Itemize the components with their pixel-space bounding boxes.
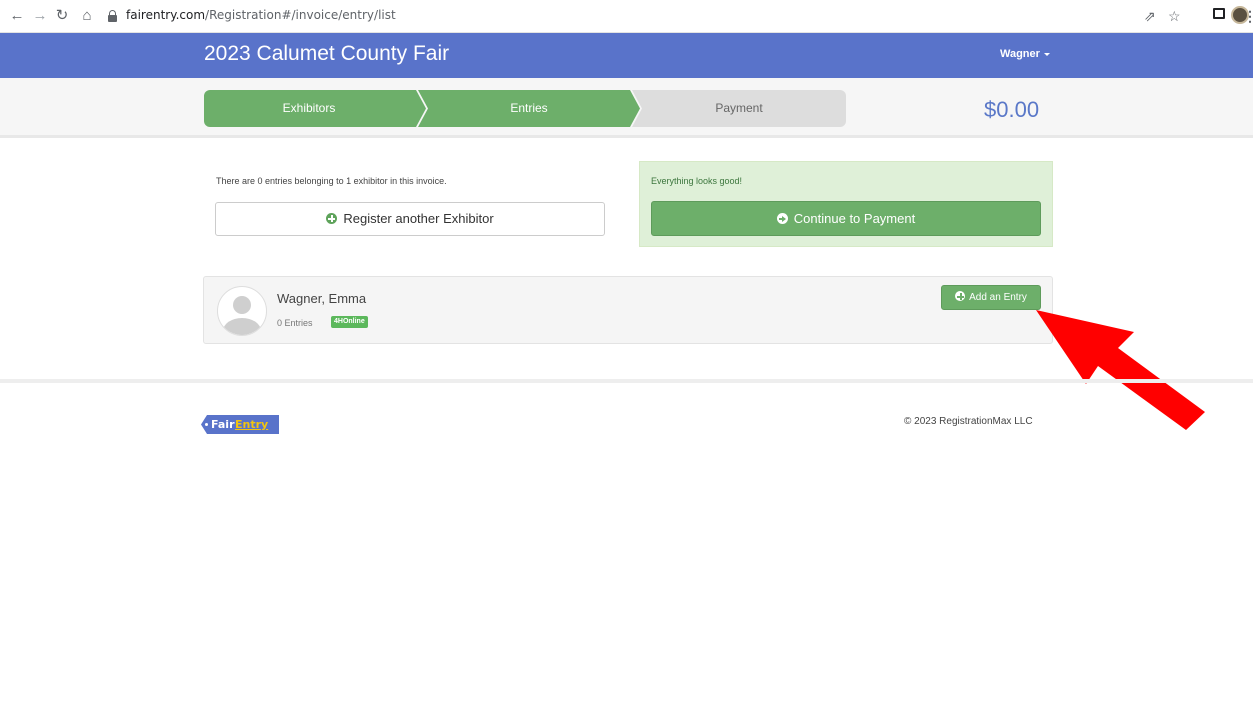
footer-divider <box>0 379 1253 383</box>
exhibitor-card: Wagner, Emma 0 Entries 4HOnline Add an E… <box>203 276 1053 344</box>
user-menu[interactable]: Wagner <box>1000 48 1050 60</box>
back-icon[interactable]: ← <box>8 7 26 25</box>
add-entry-button[interactable]: Add an Entry <box>941 285 1041 310</box>
4honline-badge: 4HOnline <box>331 316 368 328</box>
fair-title: 2023 Calumet County Fair <box>204 42 450 65</box>
entry-count: 0 Entries <box>277 318 313 328</box>
plus-circle-icon <box>326 213 338 224</box>
side-panel-icon[interactable] <box>1213 8 1225 19</box>
caret-down-icon <box>1043 52 1050 56</box>
status-panel: Everything looks good! Continue to Payme… <box>639 161 1053 247</box>
browser-toolbar: ← → ↻ ⌂ fairentry.com/Registration#/invo… <box>0 0 1253 33</box>
home-icon[interactable]: ⌂ <box>78 7 96 25</box>
copyright-text: © 2023 RegistrationMax LLC <box>904 416 1033 427</box>
progress-steps: Exhibitors Entries Payment <box>204 90 846 127</box>
progress-band: Exhibitors Entries Payment $0.00 <box>0 78 1253 138</box>
user-name: Wagner <box>1000 48 1040 60</box>
share-icon[interactable]: ⇗ <box>1144 7 1156 25</box>
plus-circle-icon <box>955 291 966 301</box>
star-icon[interactable]: ☆ <box>1168 7 1181 25</box>
lock-icon <box>108 10 117 22</box>
url-text: fairentry.com/Registration#/invoice/entr… <box>126 8 396 22</box>
annotation-arrow-icon <box>1036 310 1205 430</box>
status-text: Everything looks good! <box>651 176 743 186</box>
forward-icon[interactable]: → <box>31 7 49 25</box>
avatar <box>217 286 267 336</box>
invoice-total: $0.00 <box>984 97 1040 122</box>
register-exhibitor-button[interactable]: Register another Exhibitor <box>215 202 605 236</box>
menu-kebab-icon[interactable]: ⋮ <box>1243 7 1253 25</box>
step-entries[interactable]: Entries <box>418 90 640 127</box>
step-payment[interactable]: Payment <box>632 90 846 127</box>
exhibitor-name: Wagner, Emma <box>277 291 367 306</box>
reload-icon[interactable]: ↻ <box>53 7 71 25</box>
address-bar[interactable]: fairentry.com/Registration#/invoice/entr… <box>108 5 1218 28</box>
arrow-circle-right-icon <box>776 213 788 224</box>
step-exhibitors[interactable]: Exhibitors <box>204 90 426 127</box>
continue-to-payment-button[interactable]: Continue to Payment <box>651 201 1041 236</box>
invoice-summary-text: There are 0 entries belonging to 1 exhib… <box>216 176 447 186</box>
site-header: 2023 Calumet County Fair Wagner <box>0 33 1253 78</box>
